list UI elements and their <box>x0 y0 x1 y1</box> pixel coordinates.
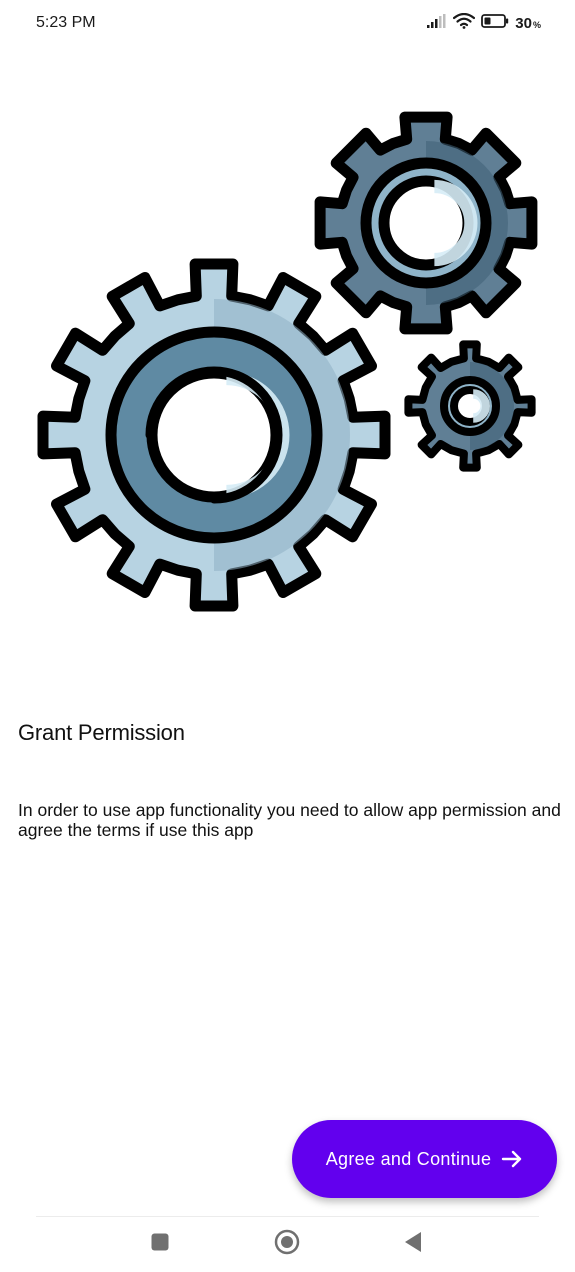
wifi-icon <box>453 12 476 34</box>
agree-and-continue-label: Agree and Continue <box>325 1148 492 1169</box>
battery-level: 30% <box>515 15 541 32</box>
agree-and-continue-button[interactable]: Agree and Continue <box>292 1120 557 1198</box>
battery-percent-sign: % <box>532 19 541 30</box>
back-button[interactable] <box>400 1231 426 1257</box>
battery-icon <box>481 13 509 33</box>
battery-level-value: 30 <box>515 14 532 32</box>
home-button[interactable] <box>274 1229 300 1260</box>
system-navigation-bar <box>0 1217 575 1272</box>
page-title: Grant Permission <box>18 720 185 745</box>
arrow-right-icon <box>501 1148 523 1170</box>
recent-apps-button[interactable] <box>147 1231 173 1257</box>
status-icons: 30% <box>427 12 541 34</box>
status-bar: 5:23 PM 30% <box>0 0 575 46</box>
permission-description: In order to use app functionality you ne… <box>18 800 561 840</box>
square-icon <box>151 1233 169 1256</box>
signal-icon <box>427 13 447 33</box>
status-time: 5:23 PM <box>36 14 96 31</box>
circle-icon <box>274 1229 300 1260</box>
gears-icon <box>0 100 575 620</box>
back-triangle-icon <box>403 1231 423 1258</box>
permission-screen: 5:23 PM 30% Grant Permission In order to… <box>0 0 575 1272</box>
